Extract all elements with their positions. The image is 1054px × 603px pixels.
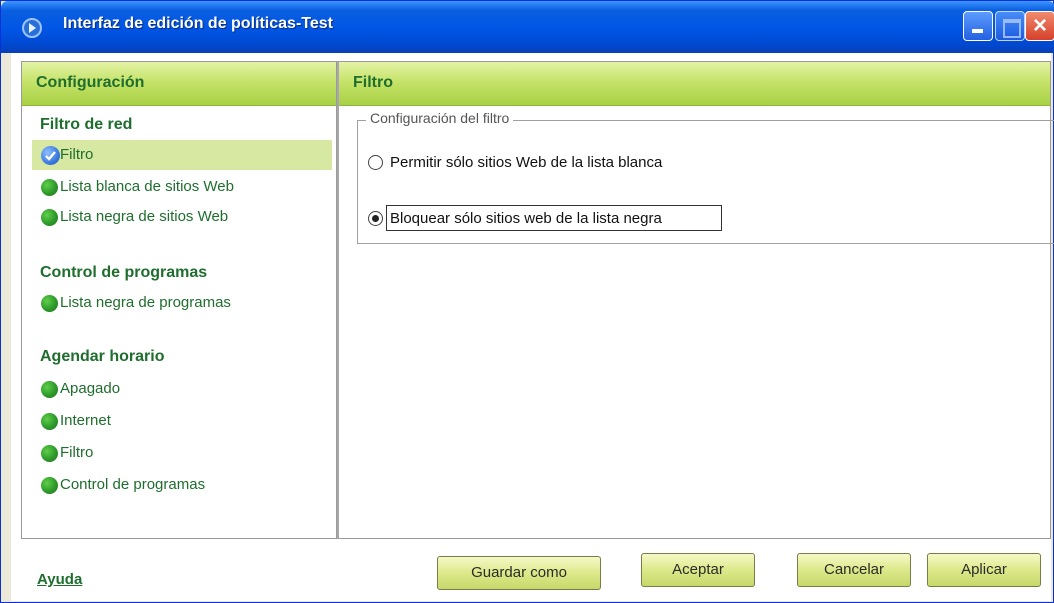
green-dot-icon	[41, 445, 58, 462]
nav-item-internet[interactable]: Internet	[32, 406, 332, 436]
title-bar[interactable]: Interfaz de edición de políticas-Test ×	[1, 1, 1054, 53]
nav-item-schedule-filter[interactable]: Filtro	[32, 438, 332, 468]
green-dot-icon	[41, 295, 58, 312]
green-dot-icon	[41, 477, 58, 494]
client-area: Configuración Filtro de red Filtro Lista…	[11, 53, 1054, 601]
nav-item-label: Control de programas	[60, 476, 206, 493]
filter-header-label: Filtro	[353, 74, 393, 91]
nav-item-label: Internet	[60, 412, 111, 429]
filter-panel: Filtro Configuración del filtro Permitir…	[337, 61, 1054, 539]
option-label: Permitir sólo sitios Web de la lista bla…	[390, 154, 663, 171]
radio-button[interactable]	[368, 155, 383, 170]
nav-item-schedule-program-control[interactable]: Control de programas	[32, 470, 332, 500]
check-circle-icon	[41, 146, 60, 165]
policy-editor-window: Interfaz de edición de políticas-Test × …	[0, 0, 1054, 603]
nav-item-filter[interactable]: Filtro	[32, 140, 332, 170]
nav-item-web-whitelist[interactable]: Lista blanca de sitios Web	[32, 172, 332, 202]
nav-item-web-blacklist[interactable]: Lista negra de sitios Web	[32, 202, 332, 232]
section-title-network-filter: Filtro de red	[40, 116, 133, 133]
configuration-header: Configuración	[22, 62, 336, 106]
configuration-panel: Configuración Filtro de red Filtro Lista…	[21, 61, 337, 539]
green-dot-icon	[41, 209, 58, 226]
configuration-header-label: Configuración	[36, 74, 145, 91]
help-link[interactable]: Ayuda	[37, 571, 82, 588]
filter-settings-group: Configuración del filtro Permitir sólo s…	[357, 110, 1054, 244]
nav-item-label: Lista negra de programas	[60, 294, 231, 311]
green-dot-icon	[41, 179, 58, 196]
cancel-button[interactable]: Cancelar	[797, 553, 911, 587]
nav-item-label: Filtro	[60, 146, 94, 163]
close-icon: ×	[1032, 12, 1047, 39]
nav-item-program-blacklist[interactable]: Lista negra de programas	[32, 288, 332, 318]
save-as-button[interactable]: Guardar como	[437, 556, 601, 590]
nav-item-label: Lista negra de sitios Web	[60, 208, 229, 225]
accept-button[interactable]: Aceptar	[641, 553, 755, 587]
nav-item-label: Apagado	[60, 380, 121, 397]
maximize-button[interactable]	[995, 11, 1025, 41]
filter-header: Filtro	[339, 62, 1050, 106]
filter-settings-legend: Configuración del filtro	[366, 110, 514, 126]
close-button[interactable]: ×	[1025, 11, 1054, 41]
minimize-button[interactable]	[963, 11, 993, 41]
nav-item-label: Filtro	[60, 444, 94, 461]
green-dot-icon	[41, 381, 58, 398]
section-title-schedule: Agendar horario	[40, 348, 165, 365]
nav-item-shutdown[interactable]: Apagado	[32, 374, 332, 404]
radio-button-checked[interactable]	[368, 211, 383, 226]
window-title: Interfaz de edición de políticas-Test	[63, 15, 333, 32]
apply-button[interactable]: Aplicar	[927, 553, 1041, 587]
nav-item-label: Lista blanca de sitios Web	[60, 178, 234, 195]
green-dot-icon	[41, 413, 58, 430]
section-title-program-control: Control de programas	[40, 264, 208, 281]
option-label: Bloquear sólo sitios web de la lista neg…	[390, 210, 662, 227]
app-icon	[22, 18, 42, 38]
